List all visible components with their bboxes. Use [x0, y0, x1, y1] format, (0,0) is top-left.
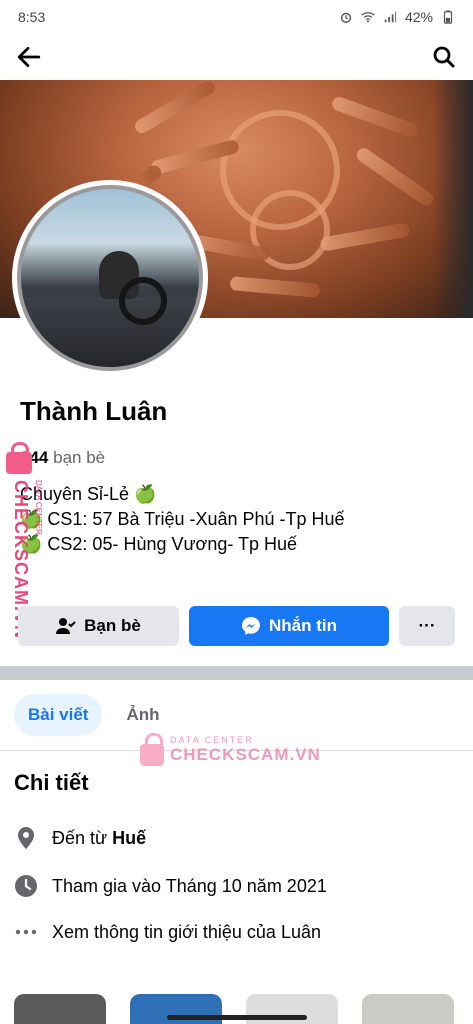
tab-posts[interactable]: Bài viết [14, 694, 103, 736]
watermark-brand: CHECKSCAM.VN [170, 745, 321, 764]
detail-about[interactable]: Xem thông tin giới thiệu của Luân [14, 920, 321, 944]
search-icon [433, 46, 455, 68]
top-bar [0, 34, 473, 80]
friends-button-label: Bạn bè [84, 616, 141, 635]
featured-thumb[interactable] [14, 994, 106, 1024]
detail-joined: Tham gia vào Tháng 10 năm 2021 [14, 874, 327, 898]
location-pin-icon [14, 826, 38, 850]
watermark-tagline: DATA CENTER [170, 735, 254, 745]
wifi-icon [361, 12, 375, 23]
profile-tabs: Bài viết Ảnh [14, 694, 174, 736]
hometown-prefix: Đến từ [52, 827, 108, 848]
status-icons: 42% [339, 9, 455, 25]
bio-line: 🍏 CS2: 05- Hùng Vương- Tp Huế [20, 534, 298, 554]
clock-icon [14, 874, 38, 898]
messenger-icon [242, 617, 260, 635]
lock-icon [6, 442, 32, 474]
gesture-bar [166, 1015, 307, 1020]
lock-icon [140, 733, 164, 766]
watermark-tagline: DATA CENTER [34, 480, 43, 535]
more-icon: ··· [418, 616, 436, 635]
back-button[interactable] [14, 42, 44, 72]
hometown-place[interactable]: Huế [112, 828, 146, 848]
message-button[interactable]: Nhắn tin [189, 606, 389, 646]
status-time: 8:53 [18, 9, 46, 25]
friend-check-icon [56, 618, 76, 634]
back-arrow-icon [17, 46, 41, 68]
friends-suffix: bạn bè [53, 448, 106, 467]
search-button[interactable] [429, 42, 459, 72]
details-title: Chi tiết [14, 770, 89, 795]
joined-text: Tham gia vào Tháng 10 năm 2021 [52, 875, 327, 896]
message-button-label: Nhắn tin [269, 616, 337, 635]
about-link[interactable]: Xem thông tin giới thiệu của Luân [52, 922, 321, 943]
featured-thumb[interactable] [362, 994, 454, 1024]
profile-actions: Bạn bè Nhắn tin ··· [18, 606, 455, 646]
alarm-icon [340, 12, 352, 23]
watermark-center: DATA CENTER CHECKSCAM.VN [140, 733, 321, 766]
status-bar: 8:53 42% [0, 0, 473, 34]
battery-icon [443, 10, 453, 24]
section-divider [0, 666, 473, 680]
avatar [17, 185, 203, 371]
profile-bio: Chuyên Sỉ-Lẻ 🍏 🍏 CS1: 57 Bà Triệu -Xuân … [20, 482, 345, 557]
more-button[interactable]: ··· [399, 606, 455, 646]
bio-line: 🍏 CS1: 57 Bà Triệu -Xuân Phú -Tp Huế [20, 509, 345, 529]
battery-text: 42% [404, 9, 433, 25]
detail-hometown: Đến từ Huế [14, 826, 146, 850]
tab-photos[interactable]: Ảnh [112, 694, 173, 736]
friends-button[interactable]: Bạn bè [18, 606, 179, 646]
profile-name: Thành Luân [20, 396, 168, 426]
bio-line: Chuyên Sỉ-Lẻ 🍏 [20, 484, 157, 504]
signal-icon [384, 11, 397, 23]
ellipsis-icon [14, 920, 38, 944]
profile-picture[interactable] [12, 180, 208, 376]
